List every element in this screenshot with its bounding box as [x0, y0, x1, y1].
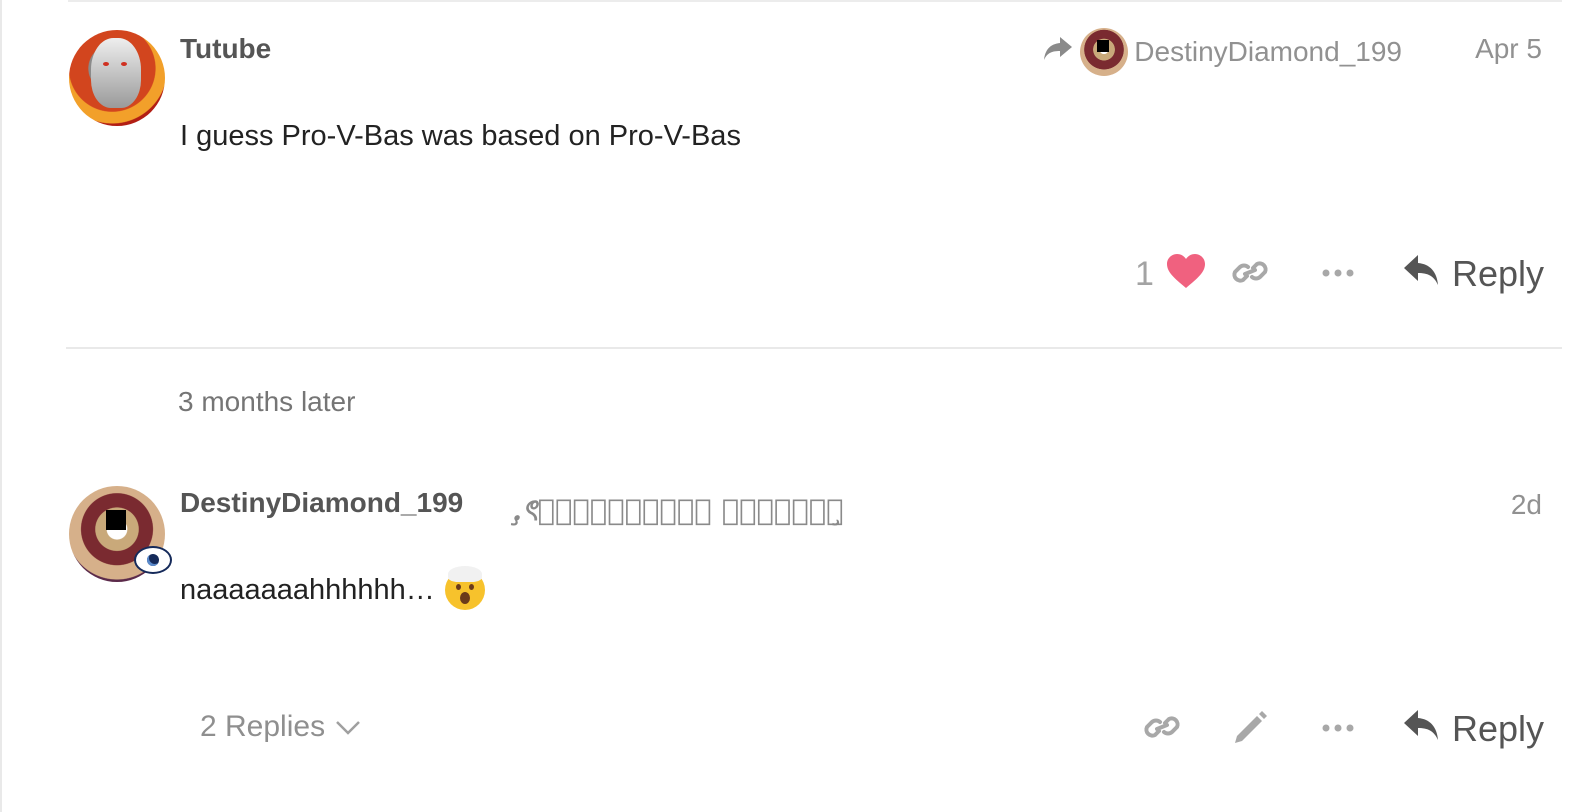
post-body: I guess Pro-V-Bas was based on Pro-V-Bas	[180, 120, 741, 152]
reply-icon	[1402, 708, 1440, 751]
reply-to-avatar	[1080, 28, 1129, 76]
replies-toggle-button[interactable]: 2 Replies	[200, 710, 361, 744]
like-count: 1	[1135, 254, 1154, 293]
eye-icon	[134, 546, 172, 574]
reply-button[interactable]: Reply	[1402, 708, 1544, 751]
user-flair: .̧ৎ✝☬⌖𝓔𝔁𝓪𝓵𝓽𝓮𝓭 𝓞𝓷𝓮⌖☬✝ৎ̧	[512, 493, 844, 527]
post-username[interactable]: DestinyDiamond_199	[180, 487, 463, 519]
link-icon	[1232, 257, 1268, 292]
post-actions: 1 Reply	[1135, 248, 1544, 300]
reply-to-indicator[interactable]: DestinyDiamond_199	[1042, 28, 1402, 76]
avatar[interactable]	[69, 30, 165, 126]
link-icon	[1144, 712, 1180, 747]
like-button[interactable]: 1	[1135, 253, 1206, 295]
reply-icon	[1402, 253, 1440, 296]
more-icon	[1321, 265, 1355, 283]
chevron-down-icon	[335, 710, 361, 744]
reply-to-username: DestinyDiamond_199	[1134, 36, 1402, 67]
time-gap-label: 3 months later	[178, 386, 356, 417]
exploding-head-emoji-icon	[444, 566, 485, 610]
wolf-avatar-image	[91, 38, 141, 108]
post-date[interactable]: Apr 5	[1475, 33, 1542, 65]
post-actions: Reply	[1118, 703, 1544, 755]
pencil-icon	[1231, 708, 1269, 751]
replies-label: 2 Replies	[200, 710, 326, 743]
more-options-button[interactable]	[1294, 248, 1382, 300]
avatar-redaction-square	[106, 510, 126, 530]
post-divider	[66, 347, 1562, 349]
heart-icon	[1166, 253, 1206, 295]
post-destinydiamond: DestinyDiamond_199 .̧ৎ✝☬⌖𝓔𝔁𝓪𝓵𝓽𝓮𝓭 𝓞𝓷𝓮⌖☬✝ৎ…	[0, 470, 1588, 812]
copy-link-button[interactable]	[1118, 703, 1206, 755]
edit-post-button[interactable]	[1206, 703, 1294, 755]
post-date[interactable]: 2d	[1511, 489, 1542, 521]
post-username[interactable]: Tutube	[180, 33, 271, 65]
post-body: naaaaaaahhhhhh…	[180, 566, 485, 610]
more-options-button[interactable]	[1294, 703, 1382, 755]
reply-label: Reply	[1451, 253, 1544, 294]
post-body-text: naaaaaaahhhhhh…	[180, 573, 435, 606]
reply-label: Reply	[1451, 708, 1544, 749]
copy-link-button[interactable]	[1206, 248, 1294, 300]
more-icon	[1321, 720, 1355, 738]
post-tutube: Tutube DestinyDiamond_199 Apr 5 I guess …	[0, 0, 1588, 347]
reply-button[interactable]: Reply	[1402, 253, 1544, 296]
share-arrow-icon	[1042, 35, 1074, 70]
